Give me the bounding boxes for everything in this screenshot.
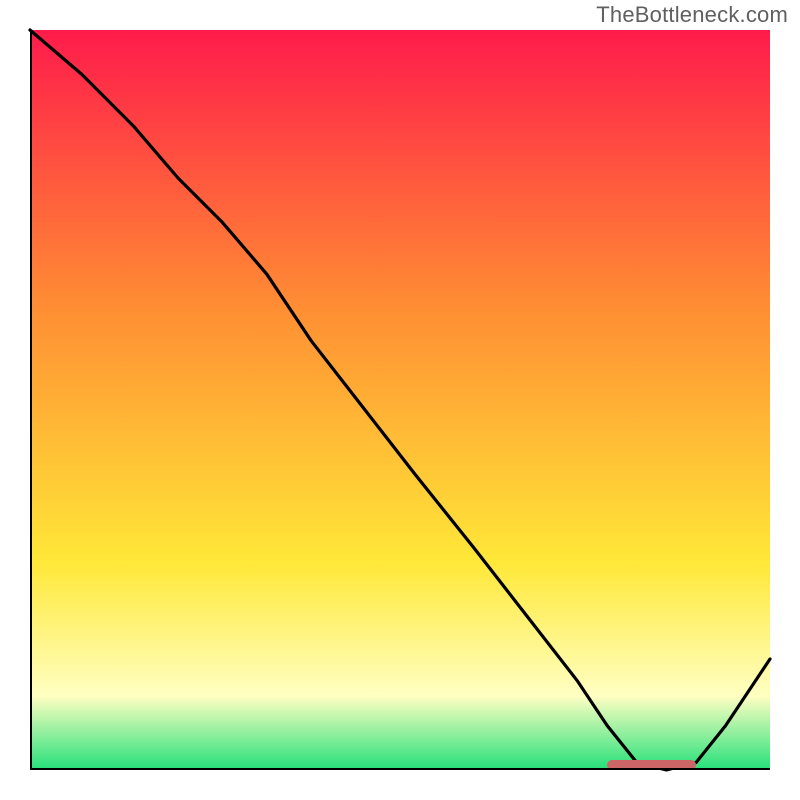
watermark-text: TheBottleneck.com [596,2,788,28]
optimal-range-marker [607,760,696,770]
bottleneck-curve [30,30,770,770]
plot-area [30,30,770,770]
